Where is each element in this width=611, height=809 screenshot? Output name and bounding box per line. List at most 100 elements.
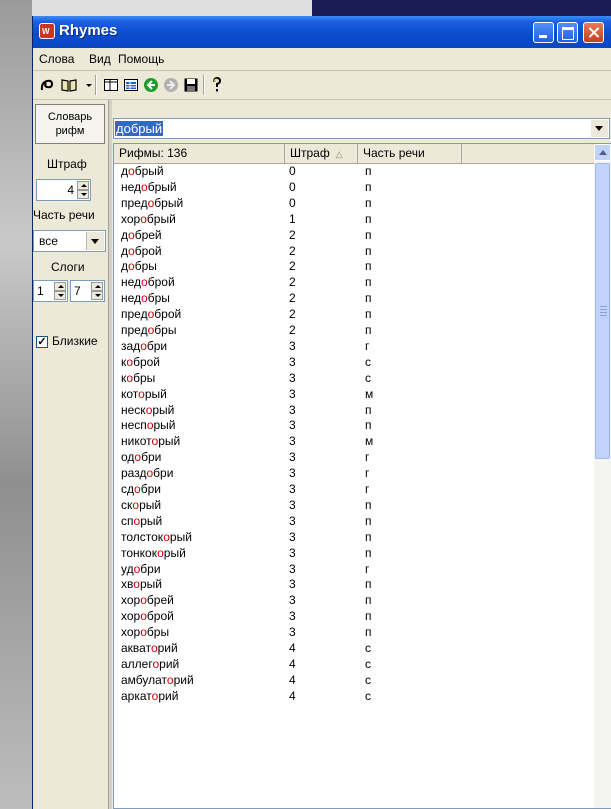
scroll-thumb[interactable]: [595, 163, 610, 459]
rhyme-pos: п: [365, 418, 372, 433]
spin-up-icon[interactable]: [77, 181, 89, 190]
rhyme-penalty: 2: [289, 291, 296, 306]
maximize-button[interactable]: [557, 22, 578, 43]
spin-up-icon[interactable]: [91, 282, 103, 291]
list-item[interactable]: задобри 3 г: [114, 339, 594, 354]
pos-select[interactable]: все: [33, 230, 106, 252]
dropdown-arrow-icon[interactable]: [81, 77, 92, 93]
minimize-button[interactable]: [533, 22, 554, 43]
list-item[interactable]: раздобри 3 г: [114, 466, 594, 481]
rhyme-penalty: 3: [289, 354, 296, 369]
rhyme-penalty: 1: [289, 211, 296, 226]
list-item[interactable]: аркаторий 4 с: [114, 689, 594, 704]
list-item[interactable]: удобри 3 г: [114, 562, 594, 577]
list-item[interactable]: аллегорий 4 с: [114, 657, 594, 672]
list-item[interactable]: нескорый 3 п: [114, 403, 594, 418]
rhyme-pos: п: [365, 513, 372, 528]
word-input[interactable]: добрый: [113, 118, 610, 139]
list-item[interactable]: предобрый 0 п: [114, 196, 594, 211]
spin-up-icon[interactable]: [54, 282, 66, 291]
list-item[interactable]: хоробры 3 п: [114, 625, 594, 640]
rhyme-penalty: 3: [289, 434, 296, 449]
list-item[interactable]: амбулаторий 4 с: [114, 673, 594, 688]
rhyme-pos: п: [365, 179, 372, 194]
chevron-down-icon[interactable]: [591, 120, 608, 137]
rhyme-penalty: 3: [289, 545, 296, 560]
list-item[interactable]: скорый 3 п: [114, 498, 594, 513]
list-item[interactable]: недоброй 2 п: [114, 275, 594, 290]
list-item[interactable]: добры 2 п: [114, 259, 594, 274]
list-item[interactable]: тонкокорый 3 п: [114, 546, 594, 561]
help-icon[interactable]: [209, 77, 225, 93]
rhyme-word: хоробрей: [121, 593, 174, 608]
syllables-from-spinner[interactable]: 1: [33, 280, 68, 302]
list-item[interactable]: который 3 м: [114, 387, 594, 402]
list-item[interactable]: предоброй 2 п: [114, 307, 594, 322]
spin-down-icon[interactable]: [77, 190, 89, 199]
list-item[interactable]: хороброй 3 п: [114, 609, 594, 624]
book-icon[interactable]: [61, 77, 77, 93]
list-item[interactable]: добрый 0 п: [114, 164, 594, 179]
rhyme-dictionary-button[interactable]: Словарь рифм: [35, 104, 105, 144]
panel-splitter[interactable]: [108, 100, 112, 809]
rhyme-word: амбулаторий: [121, 672, 194, 687]
list-item[interactable]: добрей 2 п: [114, 228, 594, 243]
scroll-up-icon[interactable]: [594, 144, 611, 161]
title-bar[interactable]: W Rhymes: [33, 16, 611, 48]
list-item[interactable]: недобры 2 п: [114, 291, 594, 306]
list-item[interactable]: хоробрей 3 п: [114, 593, 594, 608]
rhyme-word: добрый: [121, 164, 164, 178]
rhyme-pos: г: [365, 482, 370, 496]
rhyme-penalty: 3: [289, 338, 296, 353]
go-forward-icon[interactable]: [143, 77, 159, 93]
menu-help[interactable]: Помощь: [118, 52, 164, 66]
layout-icon[interactable]: [103, 77, 119, 93]
rhyme-pos: с: [365, 656, 371, 671]
spin-down-icon[interactable]: [91, 291, 103, 300]
list-item[interactable]: недобрый 0 п: [114, 180, 594, 195]
menu-words[interactable]: Слова: [39, 52, 74, 66]
rhyme-penalty: 3: [289, 450, 296, 465]
list-item[interactable]: акваторий 4 с: [114, 641, 594, 656]
list-item[interactable]: никоторый 3 м: [114, 434, 594, 449]
list-item[interactable]: хворый 3 п: [114, 577, 594, 592]
close-rhymes-checkbox[interactable]: ✓: [36, 336, 48, 348]
rhyme-word: удобри: [121, 561, 161, 576]
list-item[interactable]: предобры 2 п: [114, 323, 594, 338]
menu-view[interactable]: Вид: [89, 52, 111, 66]
vertical-scrollbar[interactable]: [594, 144, 611, 808]
column-rhymes[interactable]: Рифмы: 136: [114, 144, 285, 163]
penalty-spinner[interactable]: 4: [36, 179, 91, 201]
list-item[interactable]: сдобри 3 г: [114, 482, 594, 497]
list-item[interactable]: толстокорый 3 п: [114, 530, 594, 545]
rhyme-pos: г: [365, 561, 370, 576]
list-item[interactable]: хоробрый 1 п: [114, 212, 594, 227]
rhyme-pos: п: [365, 497, 372, 512]
table-icon[interactable]: [123, 77, 139, 93]
list-item[interactable]: доброй 2 п: [114, 244, 594, 259]
cursor-icon[interactable]: [39, 77, 55, 93]
column-penalty[interactable]: Штраф △: [285, 144, 358, 163]
list-item[interactable]: кобры 3 с: [114, 371, 594, 386]
syllables-to-spinner[interactable]: 7: [70, 280, 105, 302]
rhyme-pos: п: [365, 609, 372, 624]
column-pos[interactable]: Часть речи: [358, 144, 462, 163]
list-item[interactable]: коброй 3 с: [114, 355, 594, 370]
rhyme-penalty: 3: [289, 625, 296, 640]
rhyme-penalty: 2: [289, 259, 296, 274]
column-empty: [462, 144, 594, 163]
chevron-down-icon[interactable]: [86, 232, 104, 250]
rhyme-pos: м: [365, 386, 374, 401]
desktop-background: [0, 0, 32, 809]
close-button[interactable]: [583, 22, 604, 43]
rhyme-penalty: 0: [289, 164, 296, 178]
list-item[interactable]: спорый 3 п: [114, 514, 594, 529]
pos-label: Часть речи: [33, 208, 95, 222]
rhyme-penalty: 3: [289, 529, 296, 544]
save-icon[interactable]: [183, 77, 199, 93]
rhyme-word: который: [121, 386, 167, 401]
syllables-label: Слоги: [51, 260, 85, 274]
list-item[interactable]: неспорый 3 п: [114, 418, 594, 433]
list-item[interactable]: одобри 3 г: [114, 450, 594, 465]
spin-down-icon[interactable]: [54, 291, 66, 300]
